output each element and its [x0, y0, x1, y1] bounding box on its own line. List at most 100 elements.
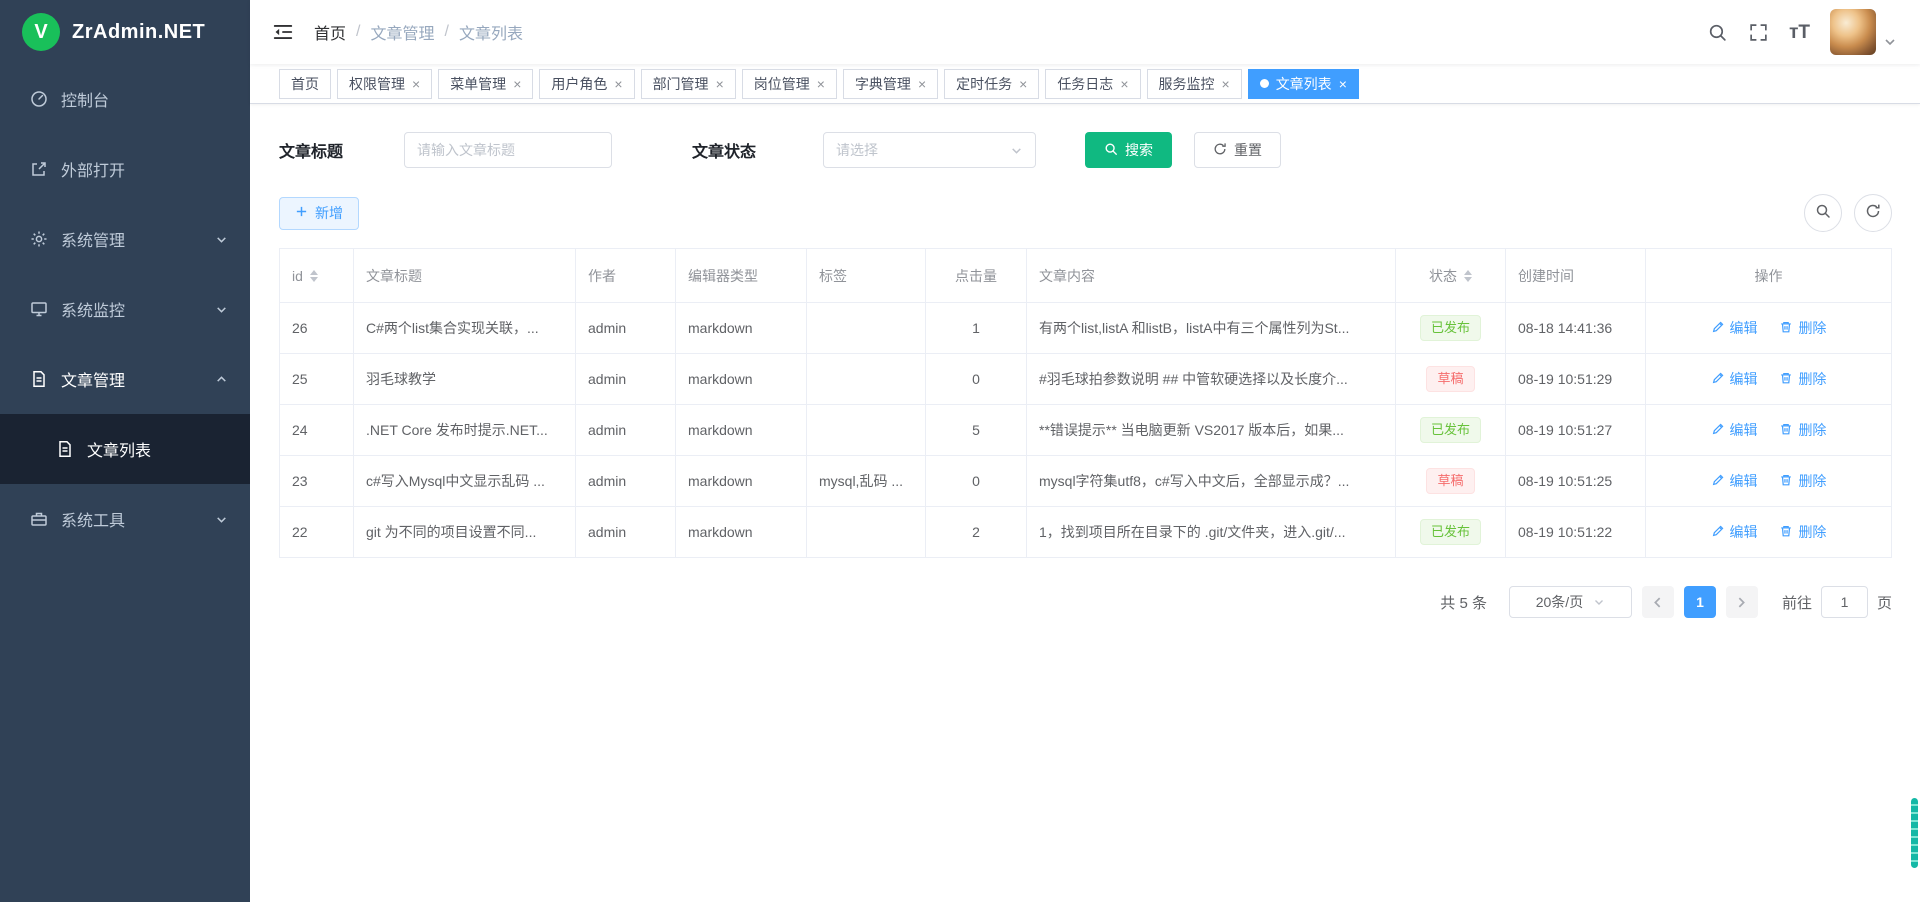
- user-avatar[interactable]: [1830, 9, 1876, 55]
- search-icon: [1815, 203, 1831, 224]
- edit-button[interactable]: 编辑: [1711, 369, 1758, 389]
- delete-button[interactable]: 删除: [1779, 318, 1826, 338]
- column-header-status[interactable]: 状态: [1396, 249, 1506, 303]
- column-header-actions: 操作: [1646, 249, 1892, 303]
- column-header-created: 创建时间: [1506, 249, 1646, 303]
- breadcrumb-article-management[interactable]: 文章管理: [370, 20, 434, 44]
- close-icon[interactable]: ×: [1019, 77, 1027, 91]
- cell-editor: markdown: [676, 456, 807, 507]
- close-icon[interactable]: ×: [918, 77, 926, 91]
- cell-status: 已发布: [1396, 405, 1506, 456]
- close-icon[interactable]: ×: [716, 77, 724, 91]
- tab-user-role[interactable]: 用户角色×: [539, 69, 634, 99]
- close-icon[interactable]: ×: [412, 77, 420, 91]
- article-status-select[interactable]: 请选择: [823, 132, 1036, 168]
- goto-label: 前往: [1782, 592, 1812, 613]
- close-icon[interactable]: ×: [1222, 77, 1230, 91]
- tab-dictionary[interactable]: 字典管理×: [843, 69, 938, 99]
- sidebar-item-external-open[interactable]: 外部打开: [0, 134, 250, 204]
- tab-label: 首页: [291, 74, 319, 94]
- tab-label: 权限管理: [349, 74, 405, 94]
- column-header-id[interactable]: id: [280, 249, 354, 303]
- tab-post[interactable]: 岗位管理×: [742, 69, 837, 99]
- search-icon[interactable]: [1707, 22, 1728, 43]
- top-navbar: 首页 / 文章管理 / 文章列表 тT: [250, 0, 1920, 64]
- sidebar-item-system-management[interactable]: 系统管理: [0, 204, 250, 274]
- edit-button[interactable]: 编辑: [1711, 420, 1758, 440]
- breadcrumb-home[interactable]: 首页: [314, 20, 346, 44]
- tags-view-bar: 首页 权限管理 × 菜单管理 × 用户角色× 部门管理× 岗位管理× 字典管理× 定…: [250, 64, 1920, 104]
- sort-caret-icon[interactable]: [1464, 270, 1472, 282]
- tab-permission[interactable]: 权限管理 ×: [337, 69, 432, 99]
- sidebar-item-article-list[interactable]: 文章列表: [0, 414, 250, 484]
- sidebar-item-article-management[interactable]: 文章管理: [0, 344, 250, 414]
- table-header-row: id 文章标题 作者 编辑器类型 标签 点击量 文章内容 状态 创建时间 操作: [280, 249, 1892, 303]
- scrollbar-thumb[interactable]: [1911, 798, 1918, 868]
- sidebar-collapse-icon[interactable]: [272, 21, 294, 43]
- delete-button[interactable]: 删除: [1779, 369, 1826, 389]
- page-size-select[interactable]: 20条/页: [1509, 586, 1632, 618]
- sort-caret-icon[interactable]: [310, 270, 318, 282]
- refresh-table-button[interactable]: [1854, 194, 1892, 232]
- fullscreen-icon[interactable]: [1748, 22, 1769, 43]
- close-icon[interactable]: ×: [1339, 77, 1347, 91]
- cell-editor: markdown: [676, 354, 807, 405]
- tab-menu[interactable]: 菜单管理 ×: [438, 69, 533, 99]
- cell-created: 08-19 10:51:27: [1506, 405, 1646, 456]
- table-row[interactable]: 24 .NET Core 发布时提示.NET... admin markdown…: [280, 405, 1892, 456]
- goto-page-input[interactable]: [1821, 586, 1868, 618]
- app-logo[interactable]: V ZrAdmin.NET: [0, 0, 250, 64]
- table-row[interactable]: 23 c#写入Mysql中文显示乱码 ... admin markdown my…: [280, 456, 1892, 507]
- reset-button[interactable]: 重置: [1194, 132, 1281, 168]
- external-link-icon: [30, 160, 48, 178]
- app-title: ZrAdmin.NET: [72, 21, 205, 44]
- tab-home[interactable]: 首页: [279, 69, 331, 99]
- tab-task-log[interactable]: 任务日志×: [1045, 69, 1140, 99]
- cell-created: 08-19 10:51:25: [1506, 456, 1646, 507]
- page-number-button[interactable]: 1: [1684, 586, 1716, 618]
- tab-scheduled-task[interactable]: 定时任务×: [944, 69, 1039, 99]
- sidebar-item-dashboard[interactable]: 控制台: [0, 64, 250, 134]
- trash-icon: [1779, 422, 1793, 439]
- sidebar-item-system-tools[interactable]: 系统工具: [0, 484, 250, 554]
- tab-service-monitor[interactable]: 服务监控×: [1147, 69, 1242, 99]
- cell-author: admin: [576, 405, 676, 456]
- delete-button[interactable]: 删除: [1779, 471, 1826, 491]
- tab-label: 菜单管理: [450, 74, 506, 94]
- table-row[interactable]: 25 羽毛球教学 admin markdown 0 #羽毛球拍参数说明 ## 中…: [280, 354, 1892, 405]
- trash-icon: [1779, 473, 1793, 490]
- edit-button[interactable]: 编辑: [1711, 471, 1758, 491]
- status-badge: 已发布: [1420, 315, 1481, 341]
- column-header-hits: 点击量: [926, 249, 1027, 303]
- cell-hits: 1: [926, 303, 1027, 354]
- pagination-total: 共 5 条: [1440, 592, 1487, 613]
- breadcrumb: 首页 / 文章管理 / 文章列表: [314, 20, 523, 44]
- user-caret-down-icon[interactable]: [1884, 36, 1896, 48]
- tab-article-list[interactable]: 文章列表×: [1248, 69, 1359, 99]
- cell-tags: [807, 303, 926, 354]
- prev-page-button[interactable]: [1642, 586, 1674, 618]
- font-size-icon[interactable]: тT: [1789, 23, 1810, 42]
- edit-button[interactable]: 编辑: [1711, 522, 1758, 542]
- edit-button[interactable]: 编辑: [1711, 318, 1758, 338]
- app-root: V ZrAdmin.NET 控制台 外部打开 系统管理: [0, 0, 1920, 902]
- cell-created: 08-19 10:51:29: [1506, 354, 1646, 405]
- status-badge: 已发布: [1420, 417, 1481, 443]
- table-row[interactable]: 22 git 为不同的项目设置不同... admin markdown 2 1，…: [280, 507, 1892, 558]
- search-button[interactable]: 搜索: [1085, 132, 1172, 168]
- close-icon[interactable]: ×: [513, 77, 521, 91]
- next-page-button[interactable]: [1726, 586, 1758, 618]
- sidebar-item-system-monitor[interactable]: 系统监控: [0, 274, 250, 344]
- delete-button[interactable]: 删除: [1779, 420, 1826, 440]
- close-icon[interactable]: ×: [817, 77, 825, 91]
- cell-status: 草稿: [1396, 354, 1506, 405]
- delete-button[interactable]: 删除: [1779, 522, 1826, 542]
- table-row[interactable]: 26 C#两个list集合实现关联，... admin markdown 1 有…: [280, 303, 1892, 354]
- toggle-search-button[interactable]: [1804, 194, 1842, 232]
- article-title-input[interactable]: [404, 132, 612, 168]
- tab-department[interactable]: 部门管理×: [641, 69, 736, 99]
- pencil-icon: [1711, 371, 1725, 388]
- add-button[interactable]: 新增: [279, 197, 359, 230]
- close-icon[interactable]: ×: [1120, 77, 1128, 91]
- close-icon[interactable]: ×: [614, 77, 622, 91]
